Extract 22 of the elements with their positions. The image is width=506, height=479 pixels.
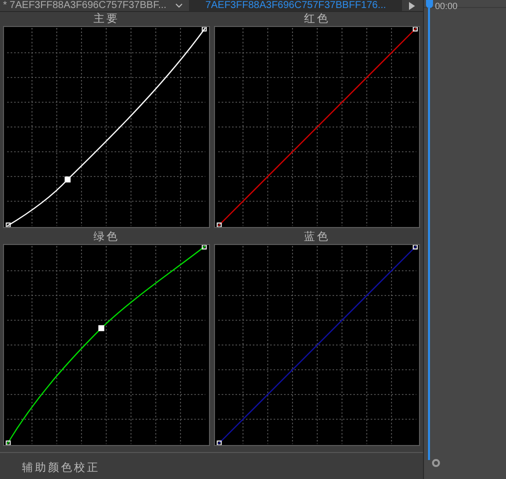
endpoint-handle[interactable] — [412, 27, 418, 32]
endpoint-handle[interactable] — [6, 440, 11, 445]
curve-title: 绿色 — [92, 230, 120, 244]
curve-title: 蓝色 — [302, 230, 331, 244]
timecode: 00:00 — [435, 0, 458, 12]
endpoint-handle[interactable] — [216, 440, 222, 445]
section-title[interactable]: 辅助颜色校正 — [22, 462, 100, 474]
control-point[interactable] — [64, 176, 71, 182]
tab[interactable]: 7AEF3FF88A3F696C757F37BBFF176... — [189, 0, 402, 11]
playhead-handle[interactable] — [426, 0, 433, 8]
chevron-down-icon[interactable] — [175, 3, 184, 8]
play-icon[interactable] — [409, 2, 416, 10]
control-point[interactable] — [98, 325, 104, 332]
scroll-handle-icon[interactable] — [432, 459, 440, 467]
curve-title: 主要 — [92, 12, 120, 26]
curve-title: 红色 — [302, 12, 331, 26]
endpoint-handle[interactable] — [412, 245, 418, 250]
tab[interactable]: * 7AEF3FF88A3F696C757F37BBF... — [0, 0, 170, 11]
endpoint-handle[interactable] — [6, 222, 11, 227]
endpoint-handle[interactable] — [202, 27, 207, 32]
endpoint-handle[interactable] — [202, 245, 207, 250]
endpoint-handle[interactable] — [216, 222, 222, 227]
